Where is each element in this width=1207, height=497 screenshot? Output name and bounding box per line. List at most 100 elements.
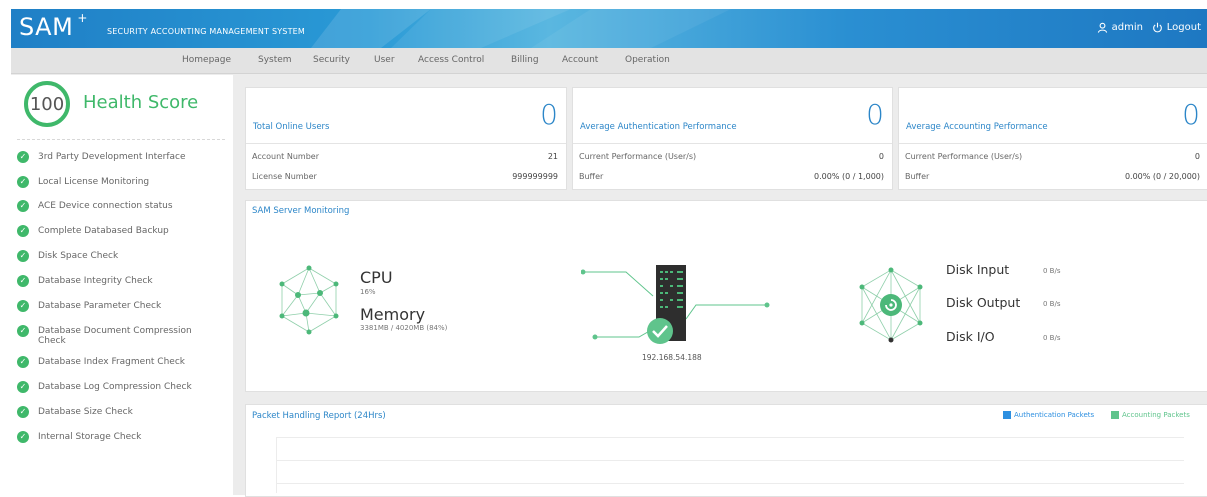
check-icon: ✓ (17, 275, 29, 287)
disk-network-icon (859, 267, 923, 343)
health-check-item[interactable]: ✓ Local License Monitoring (17, 176, 227, 188)
check-icon: ✓ (17, 381, 29, 393)
legend-swatch-auth (1003, 411, 1011, 419)
health-check-item[interactable]: ✓ ACE Device connection status (17, 200, 227, 212)
logo-plus: + (77, 11, 88, 25)
health-check-item[interactable]: ✓ Disk Space Check (17, 250, 227, 262)
nav-account[interactable]: Account (562, 55, 598, 65)
chart-gridline (276, 437, 1184, 438)
card-auth-performance: Average Authentication Performance 0 Cur… (572, 87, 893, 190)
disk-input-label: Disk Input (946, 262, 1010, 277)
check-icon: ✓ (17, 225, 29, 237)
health-check-item[interactable]: ✓ Database Parameter Check (17, 300, 227, 312)
row-label: Current Performance (User/s) (905, 152, 1023, 161)
row-label: Account Number (252, 152, 319, 161)
app-subtitle: SECURITY ACCOUNTING MANAGEMENT SYSTEM (107, 27, 306, 36)
disk-output-label: Disk Output (946, 295, 1021, 310)
health-check-item[interactable]: ✓ 3rd Party Development Interface (17, 151, 227, 163)
disk-io-label: Disk I/O (946, 329, 995, 344)
cpu-label: CPU (360, 268, 393, 287)
check-label: Internal Storage Check (38, 432, 142, 442)
card-row: Buffer 0.00% (0 / 1,000) (579, 172, 884, 181)
server-ip: 192.168.54.188 (642, 353, 702, 362)
check-label: Local License Monitoring (38, 177, 150, 187)
card-row: Current Performance (User/s) 0 (905, 152, 1200, 161)
check-label: Database Document Compression Check (38, 326, 192, 346)
legend-auth[interactable]: Authentication Packets (1003, 411, 1094, 419)
health-score-value: 100 (29, 93, 65, 115)
check-icon: ✓ (17, 176, 29, 188)
nav-security[interactable]: Security (313, 55, 350, 65)
card-row: Account Number 21 (252, 152, 558, 161)
health-check-item[interactable]: ✓ Database Size Check (17, 406, 227, 418)
server-monitoring-panel: SAM Server Monitoring CPU 16% Memory 338… (245, 200, 1207, 392)
app-logo[interactable]: SAM + (19, 11, 88, 41)
panel-title: Packet Handling Report (24Hrs) (252, 411, 386, 421)
card-divider (573, 143, 892, 144)
check-label: Complete Databased Backup (38, 226, 169, 236)
cpu-value: 16% (360, 288, 376, 296)
check-label: ACE Device connection status (38, 201, 173, 211)
packet-report-panel: Packet Handling Report (24Hrs) Authentic… (245, 404, 1207, 497)
card-divider (246, 143, 566, 144)
network-nodes-icon (279, 265, 339, 335)
logout-button[interactable]: Logout (1152, 22, 1201, 33)
row-value: 0.00% (0 / 20,000) (1124, 172, 1200, 181)
server-icon (581, 265, 770, 344)
card-online-users: Total Online Users 0 Account Number 21 Li… (245, 87, 567, 190)
check-label: 3rd Party Development Interface (38, 152, 186, 162)
card-row: Current Performance (User/s) 0 (579, 152, 884, 161)
health-sidebar: 100 Health Score ✓ 3rd Party Development … (11, 75, 233, 495)
nav-billing[interactable]: Billing (511, 55, 539, 65)
nav-homepage[interactable]: Homepage (182, 55, 231, 65)
row-label: Current Performance (User/s) (579, 152, 697, 161)
health-score-label: Health Score (83, 92, 199, 113)
power-icon (1152, 22, 1162, 33)
health-check-item[interactable]: ✓ Database Document Compression Check (17, 325, 227, 346)
legend-acct[interactable]: Accounting Packets (1111, 411, 1190, 419)
disk-output-value: 0 B/s (1043, 300, 1061, 308)
row-label: Buffer (905, 172, 930, 181)
check-icon: ✓ (17, 151, 29, 163)
nav-system[interactable]: System (258, 55, 292, 65)
check-icon: ✓ (17, 431, 29, 443)
card-acct-performance: Average Accounting Performance 0 Current… (898, 87, 1207, 190)
check-icon: ✓ (17, 300, 29, 312)
health-check-item[interactable]: ✓ Complete Databased Backup (17, 225, 227, 237)
check-icon: ✓ (17, 250, 29, 262)
chart-axis (276, 437, 277, 493)
nav-user[interactable]: User (374, 55, 395, 65)
health-check-item[interactable]: ✓ Database Integrity Check (17, 275, 227, 287)
legend-label: Authentication Packets (1014, 411, 1095, 419)
card-value: 0 (866, 98, 884, 131)
check-icon: ✓ (17, 325, 29, 337)
card-title: Average Accounting Performance (906, 122, 1048, 132)
health-check-item[interactable]: ✓ Database Log Compression Check (17, 381, 227, 393)
panel-title: SAM Server Monitoring (252, 206, 350, 216)
card-row: Buffer 0.00% (0 / 20,000) (905, 172, 1200, 181)
row-label: License Number (252, 172, 317, 181)
card-value: 0 (1182, 98, 1200, 131)
check-label: Disk Space Check (38, 251, 119, 261)
chart-gridline (276, 460, 1184, 461)
app-frame: SAM + SECURITY ACCOUNTING MANAGEMENT SYST… (11, 9, 1207, 497)
row-value: 0.00% (0 / 1,000) (814, 172, 884, 181)
health-divider (17, 139, 225, 140)
health-check-item[interactable]: ✓ Internal Storage Check (17, 431, 227, 443)
health-check-item[interactable]: ✓ Database Index Fragment Check (17, 356, 227, 368)
check-label: Database Log Compression Check (38, 382, 192, 392)
user-menu[interactable]: admin (1097, 22, 1143, 33)
nav-access-control[interactable]: Access Control (418, 55, 484, 65)
check-icon: ✓ (17, 356, 29, 368)
check-icon: ✓ (17, 200, 29, 212)
memory-value: 3381MB / 4020MB (84%) (360, 324, 448, 332)
row-value: 0 (878, 152, 884, 161)
disk-io-value: 0 B/s (1043, 334, 1061, 342)
card-value: 0 (540, 98, 558, 131)
card-title: Total Online Users (253, 122, 330, 132)
user-icon (1097, 22, 1107, 33)
card-row: License Number 999999999 (252, 172, 558, 181)
row-value: 999999999 (512, 172, 558, 181)
nav-operation[interactable]: Operation (625, 55, 670, 65)
check-label: Database Index Fragment Check (38, 357, 185, 367)
